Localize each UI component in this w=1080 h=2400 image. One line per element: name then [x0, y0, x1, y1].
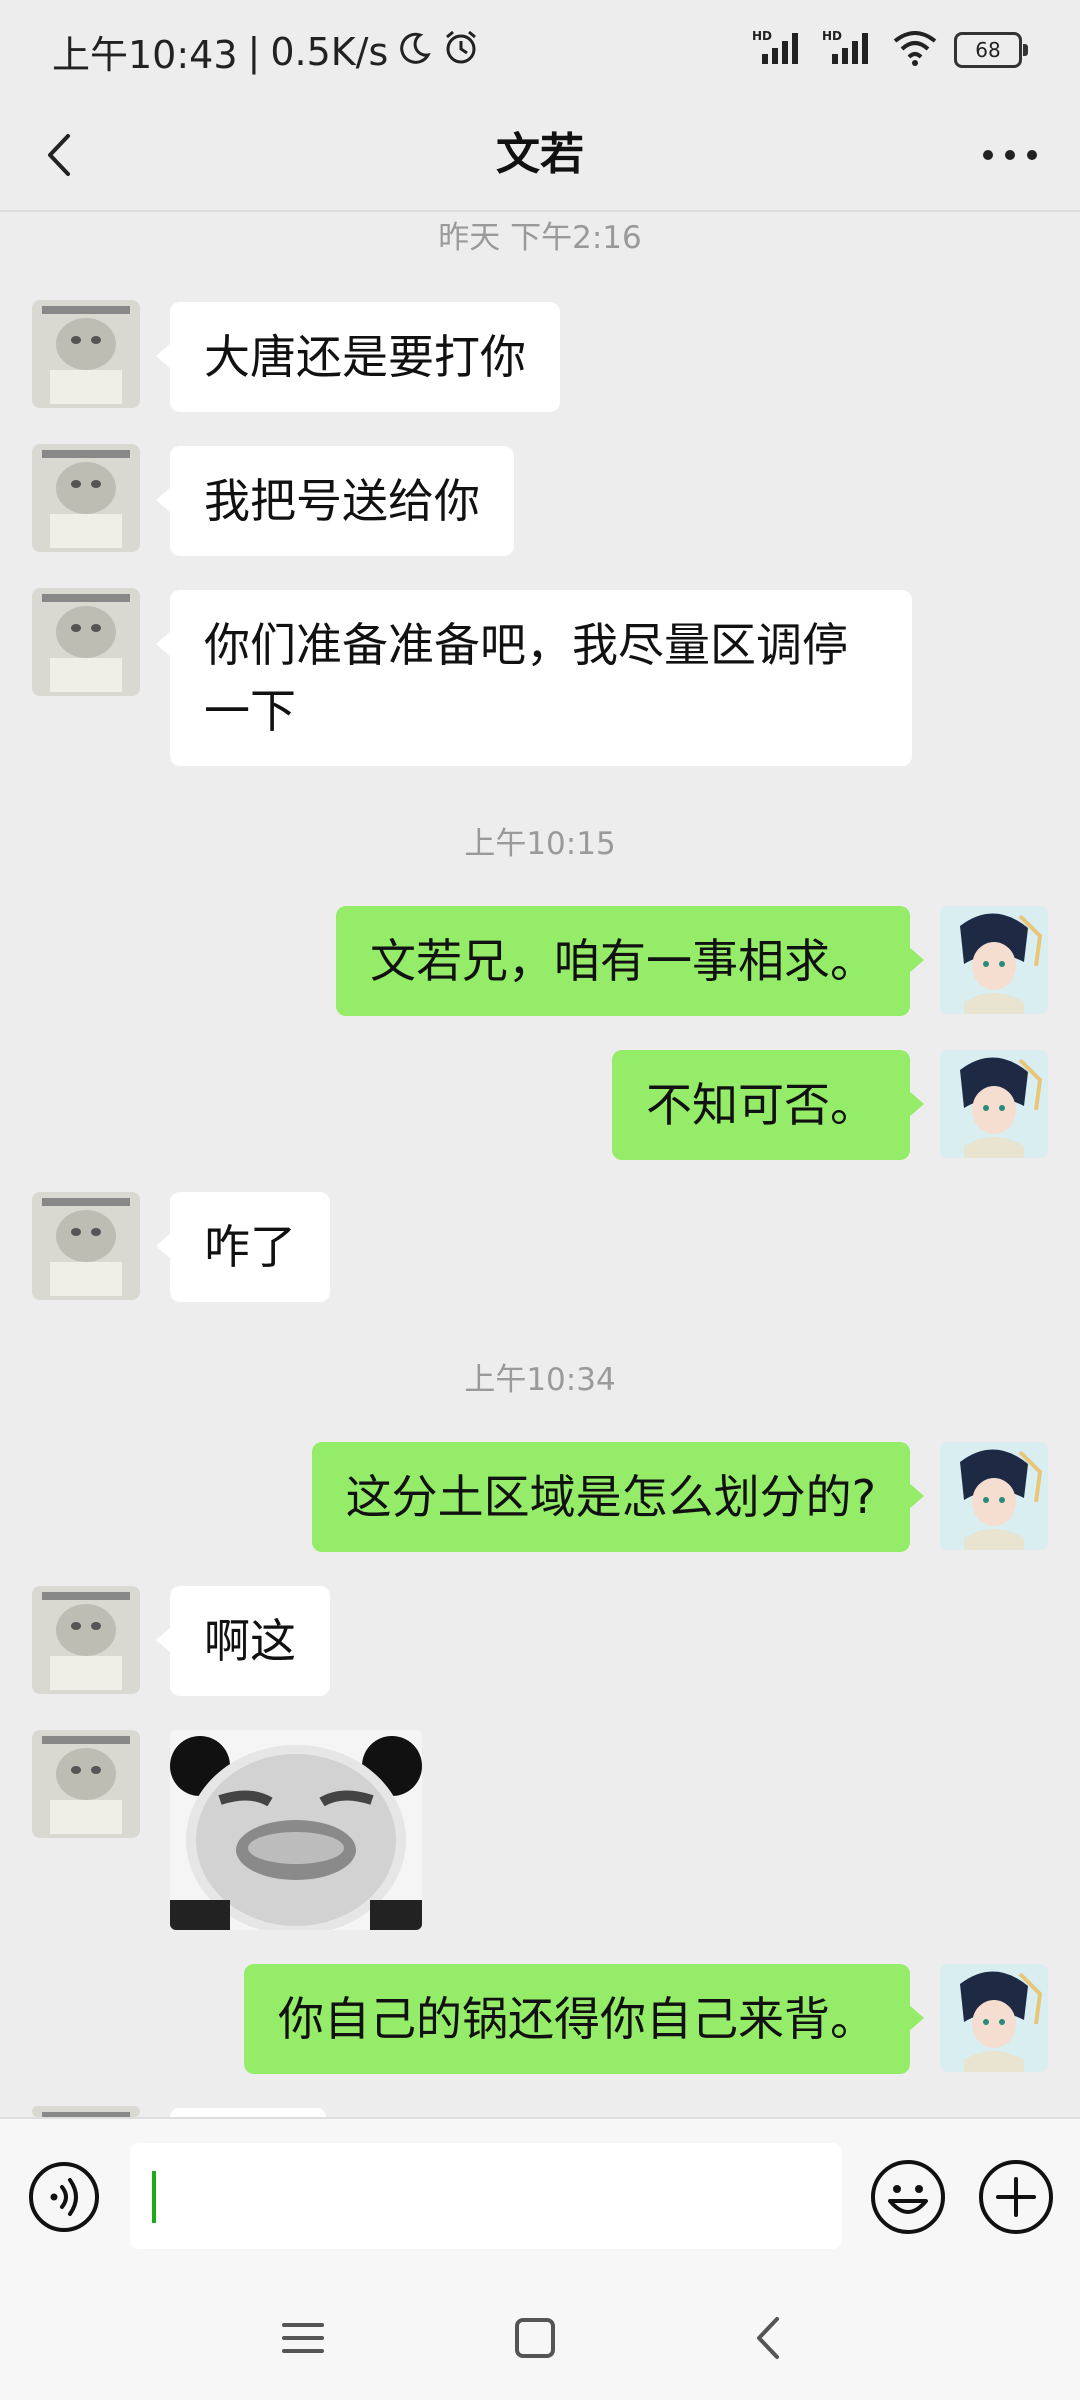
- message-bubble-incoming[interactable]: 啊这: [156, 1586, 330, 1696]
- wifi-icon: [892, 29, 938, 71]
- status-separator: |: [247, 29, 261, 74]
- chat-header: 文若: [0, 100, 1080, 212]
- plus-circle-icon: [979, 2160, 1053, 2234]
- input-bar: [0, 2117, 1080, 2275]
- hd-signal-icon: HD: [752, 28, 806, 72]
- message-bubble-incoming[interactable]: 你们准备准备吧，我尽量区调停一下: [156, 590, 912, 766]
- my-avatar[interactable]: [940, 1964, 1048, 2072]
- hd-signal-icon: HD: [822, 28, 876, 72]
- contact-avatar[interactable]: [32, 444, 140, 552]
- svg-text:HD: HD: [752, 29, 772, 43]
- message-bubble-outgoing[interactable]: 文若兄，咱有一事相求。: [336, 906, 924, 1016]
- voice-input-button[interactable]: [28, 2161, 100, 2233]
- status-bar: 上午10:43 | 0.5K/s HD HD 68: [0, 0, 1080, 100]
- chevron-left-icon: [757, 2317, 779, 2359]
- contact-avatar[interactable]: [32, 1192, 140, 1300]
- message-list[interactable]: 昨天 下午2:16 大唐还是要打你 我把号送给你 你们准备准备吧，我尽量区调停一…: [0, 212, 1080, 2117]
- system-nav-bar: [0, 2273, 1080, 2400]
- battery-indicator: 68: [954, 32, 1028, 68]
- chat-title: 文若: [496, 129, 584, 180]
- contact-avatar[interactable]: [32, 1730, 140, 1838]
- message-bubble-incoming[interactable]: 大唐还是要打你: [156, 302, 560, 412]
- emoji-button[interactable]: [870, 2159, 946, 2235]
- more-functions-button[interactable]: [978, 2159, 1054, 2235]
- my-avatar[interactable]: [940, 1050, 1048, 1158]
- status-right: HD HD 68: [752, 28, 1028, 72]
- svg-text:HD: HD: [822, 29, 842, 43]
- system-back-button[interactable]: [735, 2303, 805, 2373]
- emoji-icon: [871, 2160, 945, 2234]
- contact-avatar[interactable]: [32, 1586, 140, 1694]
- square-icon: [515, 2318, 555, 2358]
- status-time: 上午10:43: [52, 33, 238, 77]
- moon-icon: [398, 30, 432, 74]
- alarm-icon: [442, 28, 480, 75]
- network-speed: 0.5K/s: [270, 29, 389, 74]
- message-bubble-outgoing[interactable]: 这分土区域是怎么划分的?: [311, 1442, 925, 1552]
- menu-lines-icon: [282, 2323, 324, 2353]
- more-options-button[interactable]: [970, 118, 1050, 192]
- my-avatar[interactable]: [940, 906, 1048, 1014]
- text-cursor: [152, 2171, 156, 2223]
- contact-avatar[interactable]: [32, 300, 140, 408]
- panda-meme-sticker[interactable]: [170, 1730, 422, 1930]
- message-timestamp: 上午10:34: [464, 1362, 616, 1398]
- message-bubble-outgoing[interactable]: 不知可否。: [612, 1050, 924, 1160]
- home-button[interactable]: [500, 2303, 570, 2373]
- status-left: 上午10:43 | 0.5K/s: [52, 24, 480, 79]
- message-bubble-incoming[interactable]: 咋了: [156, 1192, 330, 1302]
- contact-avatar[interactable]: [32, 2106, 140, 2117]
- message-bubble-incoming-partial[interactable]: [170, 2108, 326, 2117]
- contact-avatar[interactable]: [32, 588, 140, 696]
- voice-icon: [29, 2162, 99, 2232]
- message-input[interactable]: [130, 2143, 842, 2249]
- more-dots-icon: [983, 150, 1037, 160]
- message-bubble-outgoing[interactable]: 你自己的锅还得你自己来背。: [244, 1964, 924, 2074]
- message-bubble-incoming[interactable]: 我把号送给你: [156, 446, 514, 556]
- message-timestamp: 昨天 下午2:16: [438, 220, 642, 256]
- message-timestamp: 上午10:15: [464, 826, 616, 862]
- my-avatar[interactable]: [940, 1442, 1048, 1550]
- recent-apps-button[interactable]: [268, 2303, 338, 2373]
